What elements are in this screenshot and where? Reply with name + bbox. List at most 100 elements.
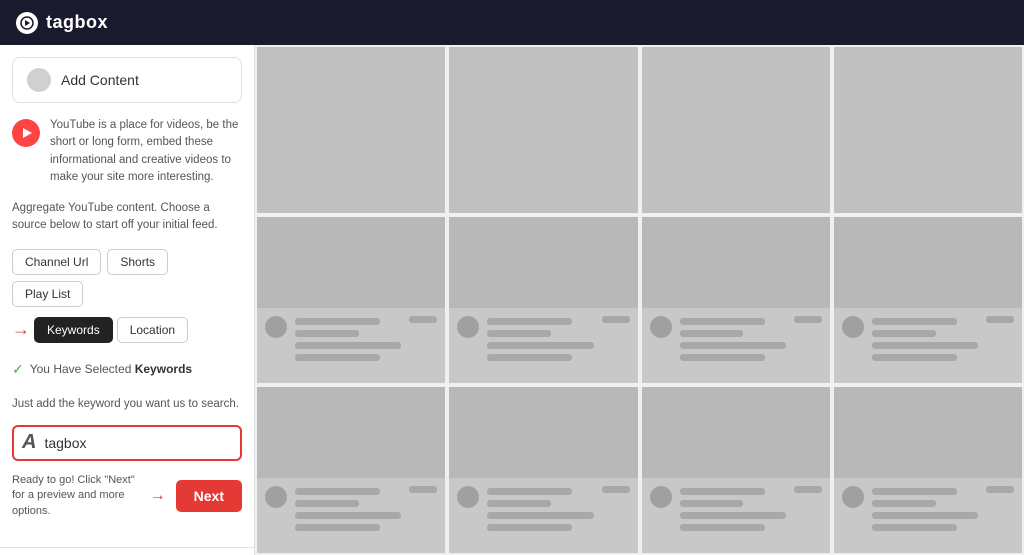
cell-line — [680, 342, 786, 349]
content-cell — [640, 215, 832, 385]
aggregate-text: Aggregate YouTube content. Choose a sour… — [12, 200, 242, 235]
cell-line — [295, 512, 401, 519]
cell-line — [295, 342, 401, 349]
cell-line — [295, 318, 380, 325]
keywords-button[interactable]: Keywords — [34, 317, 113, 343]
cell-line-right — [794, 486, 822, 493]
cell-line-right — [409, 316, 437, 323]
cell-line-right — [986, 486, 1014, 493]
check-icon: ✓ — [12, 361, 24, 378]
keyword-prefix: A — [22, 431, 36, 454]
cell-line-right — [986, 316, 1014, 323]
cell-line — [295, 524, 380, 531]
cell-meta — [834, 308, 1022, 383]
content-cell — [832, 385, 1024, 555]
cell-line-right — [409, 486, 437, 493]
cell-line — [680, 488, 765, 495]
cell-line — [295, 488, 380, 495]
red-arrow-next-icon: → — [150, 487, 166, 505]
cell-line — [487, 330, 551, 337]
content-cell — [447, 215, 639, 385]
yt-description: YouTube is a place for videos, be the sh… — [50, 117, 242, 186]
cell-lines — [295, 316, 401, 361]
source-buttons: Channel Url Shorts Play List — [12, 249, 242, 307]
app-header: tagbox — [0, 0, 1024, 45]
youtube-icon — [12, 119, 40, 147]
cell-line-right — [602, 486, 630, 493]
content-cell — [255, 385, 447, 555]
cell-line — [680, 512, 786, 519]
cell-meta — [257, 478, 445, 553]
next-hint: Ready to go! Click "Next" for a preview … — [12, 473, 140, 519]
cell-avatar — [265, 316, 287, 338]
cell-line — [872, 500, 936, 507]
cell-lines — [680, 316, 786, 361]
cell-line — [872, 354, 957, 361]
cell-line — [680, 318, 765, 325]
content-cell — [832, 45, 1024, 215]
next-row: Ready to go! Click "Next" for a preview … — [12, 473, 242, 519]
red-arrow-icon: → — [12, 319, 30, 340]
cell-meta — [257, 308, 445, 383]
cell-lines — [295, 486, 401, 531]
cell-line — [872, 342, 978, 349]
cell-line — [487, 488, 572, 495]
logo-text: tagbox — [46, 12, 108, 33]
content-cell — [640, 385, 832, 555]
publish-area: Publish — [0, 547, 254, 555]
keyword-input[interactable] — [44, 427, 232, 459]
cell-lines — [487, 486, 593, 531]
cell-line — [487, 342, 593, 349]
next-button[interactable]: Next — [176, 480, 242, 512]
sidebar: Add Content YouTube is a place for video… — [0, 45, 255, 555]
logo-icon — [16, 12, 38, 34]
cell-line — [487, 500, 551, 507]
content-cell — [447, 45, 639, 215]
cell-line — [680, 330, 744, 337]
logo: tagbox — [16, 12, 108, 34]
cell-avatar — [457, 316, 479, 338]
content-cell — [640, 45, 832, 215]
location-button[interactable]: Location — [117, 317, 188, 343]
cell-line — [295, 330, 359, 337]
content-cell — [447, 385, 639, 555]
channel-url-button[interactable]: Channel Url — [12, 249, 101, 275]
cell-meta — [449, 308, 637, 383]
content-cell — [255, 45, 447, 215]
keyword-input-area: A — [12, 425, 242, 461]
cell-line — [680, 354, 765, 361]
youtube-info: YouTube is a place for videos, be the sh… — [12, 117, 242, 186]
cell-avatar — [842, 316, 864, 338]
add-content-button[interactable]: Add Content — [12, 57, 242, 103]
selected-row: ✓ You Have Selected Keywords — [12, 357, 242, 382]
play-list-button[interactable]: Play List — [12, 281, 83, 307]
cell-lines — [872, 316, 978, 361]
content-cell — [832, 215, 1024, 385]
cell-meta — [642, 308, 830, 383]
sidebar-content: Add Content YouTube is a place for video… — [0, 45, 254, 547]
add-content-label: Add Content — [61, 72, 139, 88]
cell-line — [872, 512, 978, 519]
cell-line — [872, 330, 936, 337]
cell-avatar — [650, 486, 672, 508]
cell-avatar — [457, 486, 479, 508]
cell-line-right — [602, 316, 630, 323]
add-content-icon — [27, 68, 51, 92]
cell-line — [295, 500, 359, 507]
cell-line — [680, 500, 744, 507]
cell-avatar — [842, 486, 864, 508]
cell-line — [487, 318, 572, 325]
cell-line — [487, 512, 593, 519]
cell-meta — [642, 478, 830, 553]
content-grid — [255, 45, 1024, 555]
cell-line — [680, 524, 765, 531]
cell-lines — [680, 486, 786, 531]
keywords-row: → Keywords Location — [12, 317, 242, 343]
content-cell — [255, 215, 447, 385]
cell-avatar — [265, 486, 287, 508]
cell-meta — [449, 478, 637, 553]
shorts-button[interactable]: Shorts — [107, 249, 168, 275]
cell-line — [487, 524, 572, 531]
main-layout: Add Content YouTube is a place for video… — [0, 45, 1024, 555]
cell-meta — [834, 478, 1022, 553]
